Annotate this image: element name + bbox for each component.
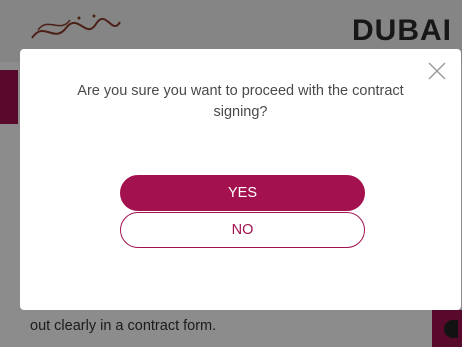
- no-button[interactable]: NO: [120, 212, 365, 248]
- close-icon[interactable]: [427, 61, 447, 81]
- yes-button[interactable]: YES: [120, 175, 365, 211]
- dialog-message: Are you sure you want to proceed with th…: [77, 83, 404, 120]
- confirm-dialog: Are you sure you want to proceed with th…: [20, 49, 461, 310]
